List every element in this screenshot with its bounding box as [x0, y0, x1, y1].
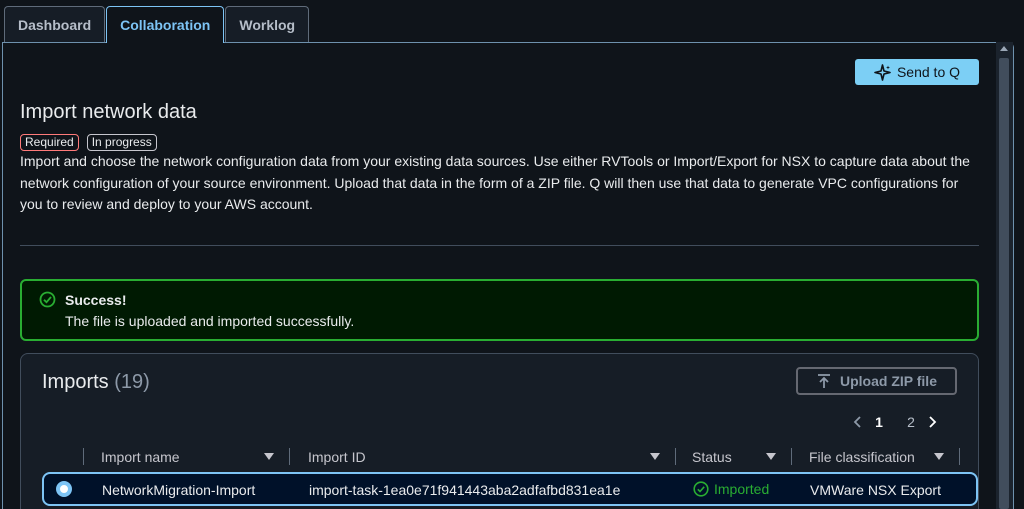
status-label: Imported: [714, 481, 770, 497]
success-alert: Success! The file is uploaded and import…: [20, 279, 979, 341]
sort-status-icon[interactable]: [766, 453, 776, 460]
check-circle-icon: [693, 481, 709, 497]
send-to-q-button[interactable]: Send to Q: [855, 59, 979, 85]
page-2[interactable]: 2: [895, 414, 927, 430]
cell-import-id: import-task-1ea0e71f941443aba2adfafbd831…: [309, 482, 621, 498]
imports-container: Imports (19) Upload ZIP file 1 2 Import …: [20, 353, 979, 509]
page-1[interactable]: 1: [863, 414, 895, 430]
column-divider: [791, 448, 792, 465]
column-header-status[interactable]: Status: [692, 444, 732, 470]
tab-collaboration[interactable]: Collaboration: [106, 6, 225, 43]
imports-title: Imports: [42, 371, 109, 393]
scroll-up-arrow-icon[interactable]: [1000, 46, 1008, 51]
sort-import-name-icon[interactable]: [264, 453, 274, 460]
status-badge: In progress: [86, 134, 157, 151]
upload-icon: [818, 374, 830, 388]
cell-file-classification: VMWare NSX Export: [810, 482, 941, 498]
scrollbar[interactable]: [996, 42, 1013, 509]
upload-zip-label: Upload ZIP file: [840, 373, 937, 389]
sort-file-classification-icon[interactable]: [934, 453, 944, 460]
next-page-icon[interactable]: [927, 416, 939, 428]
send-to-q-label: Send to Q: [896, 64, 961, 80]
divider: [20, 245, 979, 246]
check-circle-icon: [39, 291, 56, 308]
alert-title: Success!: [65, 292, 127, 308]
tab-bar: Dashboard Collaboration Worklog: [4, 6, 310, 43]
sort-import-id-icon[interactable]: [650, 453, 660, 460]
column-divider: [289, 448, 290, 465]
scrollbar-thumb[interactable]: [999, 58, 1009, 509]
required-badge: Required: [20, 134, 79, 151]
cell-status: Imported: [693, 481, 769, 497]
table-row[interactable]: NetworkMigration-Import import-task-1ea0…: [42, 472, 978, 506]
imports-count: (19): [114, 371, 150, 393]
imports-heading: Imports (19): [42, 371, 150, 394]
column-header-import-name[interactable]: Import name: [101, 444, 180, 470]
row-select-radio[interactable]: [56, 481, 72, 497]
table-header: Import name Import ID Status File classi…: [21, 444, 978, 470]
tab-dashboard[interactable]: Dashboard: [4, 6, 106, 42]
column-divider: [959, 448, 960, 465]
cell-import-name: NetworkMigration-Import: [102, 482, 256, 498]
column-divider: [675, 448, 676, 465]
page-description: Import and choose the network configurat…: [20, 153, 970, 212]
page-title: Import network data: [20, 101, 197, 123]
column-header-file-classification[interactable]: File classification: [809, 444, 915, 470]
previous-page-icon[interactable]: [851, 416, 863, 428]
badge-group: Required In progress: [20, 134, 165, 151]
column-divider: [83, 448, 84, 465]
sparkle-icon: [874, 63, 891, 81]
pagination: 1 2: [851, 414, 939, 430]
upload-zip-button[interactable]: Upload ZIP file: [796, 367, 957, 395]
alert-message: The file is uploaded and imported succes…: [65, 313, 355, 329]
column-header-import-id[interactable]: Import ID: [308, 444, 366, 470]
tab-worklog[interactable]: Worklog: [225, 6, 310, 42]
